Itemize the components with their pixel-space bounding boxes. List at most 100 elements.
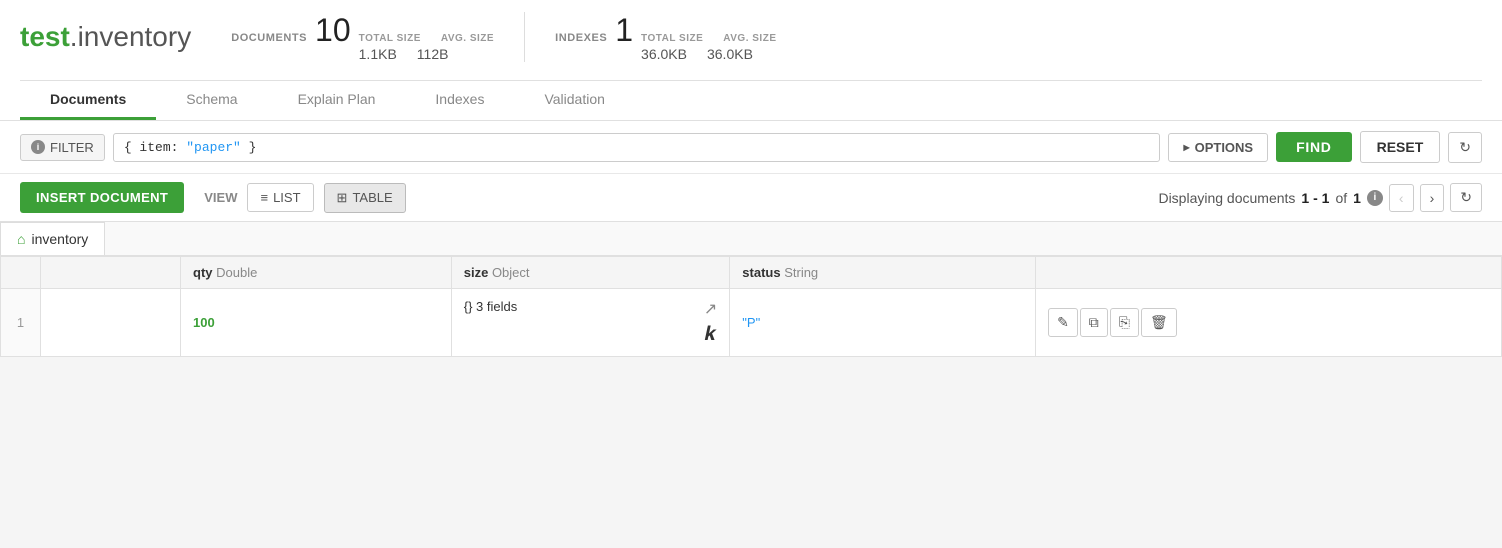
- insert-document-button[interactable]: INSERT DOCUMENT: [20, 182, 184, 213]
- row-actions-cell: ✎ ⧉ ⎘ 🗑: [1036, 289, 1502, 357]
- idx-total-size-value: 36.0KB: [641, 46, 687, 62]
- filter-label: FILTER: [50, 140, 94, 155]
- status-field-name: status: [742, 265, 780, 280]
- table-header: qty Double size Object status String: [1, 257, 1502, 289]
- reset-button[interactable]: RESET: [1360, 131, 1441, 163]
- indexes-stat: INDEXES 1 TOTAL SIZE AVG. SIZE 36.0KB 36…: [555, 12, 776, 62]
- title-test: test: [20, 21, 70, 52]
- header-top: test.inventory DOCUMENTS 10 TOTAL SIZE A…: [20, 12, 1482, 72]
- home-icon: ⌂: [17, 231, 25, 247]
- filter-input[interactable]: { item: "paper" }: [113, 133, 1161, 162]
- collection-title: test.inventory: [20, 21, 191, 53]
- list-view-button[interactable]: ≡ LIST: [247, 183, 313, 212]
- tabs: Documents Schema Explain Plan Indexes Va…: [20, 80, 1482, 120]
- refresh-icon: ↻: [1459, 139, 1471, 155]
- table-body: 1 100 {} 3 fields ↗ 𝒌 "P" ✎: [1, 289, 1502, 357]
- header: test.inventory DOCUMENTS 10 TOTAL SIZE A…: [0, 0, 1502, 121]
- size-field-name: size: [464, 265, 489, 280]
- expand-icon[interactable]: ↗: [704, 299, 717, 319]
- documents-count: 10: [315, 12, 351, 49]
- documents-label: DOCUMENTS: [231, 32, 307, 44]
- cursor-icon: 𝒌: [705, 323, 717, 346]
- docs-avg-size-label: AVG. SIZE: [441, 33, 494, 44]
- tab-validation[interactable]: Validation: [514, 81, 634, 120]
- pagination-of: of: [1335, 190, 1347, 206]
- filter-brace-close: }: [241, 140, 257, 155]
- list-label: LIST: [273, 190, 300, 205]
- th-size: size Object: [451, 257, 730, 289]
- docs-total-size-value: 1.1KB: [359, 46, 397, 62]
- th-status: status String: [730, 257, 1036, 289]
- row-size-cell: {} 3 fields ↗ 𝒌: [451, 289, 730, 357]
- table-row: 1 100 {} 3 fields ↗ 𝒌 "P" ✎: [1, 289, 1502, 357]
- title-name: inventory: [78, 21, 192, 52]
- row-status-cell: "P": [730, 289, 1036, 357]
- pagination-info: Displaying documents 1 - 1 of 1 i ‹ › ↻: [1158, 183, 1482, 212]
- view-label: VIEW: [204, 190, 237, 205]
- size-field-type: Object: [492, 265, 530, 280]
- tab-indexes[interactable]: Indexes: [405, 81, 514, 120]
- idx-avg-size-value: 36.0KB: [707, 46, 753, 62]
- find-button[interactable]: FIND: [1276, 132, 1351, 162]
- qty-value: 100: [193, 315, 215, 330]
- pagination-range: 1 - 1: [1301, 190, 1329, 206]
- prev-page-button[interactable]: ‹: [1389, 184, 1414, 212]
- edit-document-button[interactable]: ✎: [1048, 308, 1078, 337]
- clone-document-button[interactable]: ⧉: [1080, 308, 1108, 337]
- qty-field-name: qty: [193, 265, 213, 280]
- size-value: {} 3 fields: [464, 299, 518, 314]
- idx-avg-size-label: AVG. SIZE: [723, 33, 776, 44]
- qty-field-type: Double: [216, 265, 257, 280]
- header-row: qty Double size Object status String: [1, 257, 1502, 289]
- documents-stat: DOCUMENTS 10 TOTAL SIZE AVG. SIZE 1.1KB …: [231, 12, 494, 62]
- reload-button[interactable]: ↻: [1450, 183, 1482, 212]
- th-id: [41, 257, 181, 289]
- toolbar-refresh-button[interactable]: ↻: [1448, 132, 1482, 163]
- pagination-total: 1: [1353, 190, 1361, 206]
- status-value: "P": [742, 315, 760, 330]
- delete-document-button[interactable]: 🗑: [1141, 308, 1177, 337]
- tab-documents[interactable]: Documents: [20, 81, 156, 120]
- filter-brace-open: { item:: [124, 140, 186, 155]
- title-dot: .: [70, 21, 78, 52]
- filter-value: "paper": [186, 140, 241, 155]
- tab-schema[interactable]: Schema: [156, 81, 267, 120]
- options-triangle-icon: ▶: [1183, 143, 1189, 152]
- row-id-cell: [41, 289, 181, 357]
- collection-tab-label: inventory: [31, 231, 88, 247]
- filter-info-icon: i: [31, 140, 45, 154]
- next-page-button[interactable]: ›: [1420, 184, 1445, 212]
- actions-bar: INSERT DOCUMENT VIEW ≡ LIST ⊞ TABLE Disp…: [0, 174, 1502, 222]
- idx-total-size-label: TOTAL SIZE: [641, 33, 703, 44]
- options-button[interactable]: ▶ OPTIONS: [1168, 133, 1268, 162]
- docs-avg-size-value: 112B: [417, 46, 449, 62]
- row-actions: ✎ ⧉ ⎘ 🗑: [1048, 308, 1489, 337]
- collection-tab-bar: ⌂ inventory: [0, 222, 1502, 256]
- collection-tab-item[interactable]: ⌂ inventory: [0, 222, 105, 255]
- data-table: qty Double size Object status String 1: [0, 256, 1502, 357]
- stats-group: DOCUMENTS 10 TOTAL SIZE AVG. SIZE 1.1KB …: [231, 12, 776, 62]
- list-icon: ≡: [260, 190, 268, 205]
- th-qty: qty Double: [181, 257, 452, 289]
- pagination-prefix: Displaying documents: [1158, 190, 1295, 206]
- copy-document-button[interactable]: ⎘: [1110, 308, 1139, 337]
- documents-sub: TOTAL SIZE AVG. SIZE 1.1KB 112B: [359, 33, 494, 62]
- stat-divider: [524, 12, 525, 62]
- indexes-sub: TOTAL SIZE AVG. SIZE 36.0KB 36.0KB: [641, 33, 776, 62]
- table-view-button[interactable]: ⊞ TABLE: [324, 183, 406, 213]
- docs-total-size-label: TOTAL SIZE: [359, 33, 421, 44]
- table-label: TABLE: [352, 190, 392, 205]
- table-icon: ⊞: [337, 190, 348, 206]
- toolbar: i FILTER { item: "paper" } ▶ OPTIONS FIN…: [0, 121, 1502, 174]
- indexes-label: INDEXES: [555, 32, 607, 44]
- th-actions: [1036, 257, 1502, 289]
- th-row-num: [1, 257, 41, 289]
- tab-explain-plan[interactable]: Explain Plan: [268, 81, 406, 120]
- status-field-type: String: [784, 265, 818, 280]
- row-number: 1: [1, 289, 41, 357]
- row-qty-cell: 100: [181, 289, 452, 357]
- indexes-count: 1: [615, 12, 633, 49]
- filter-button[interactable]: i FILTER: [20, 134, 105, 161]
- pagination-info-icon[interactable]: i: [1367, 190, 1383, 206]
- options-label: OPTIONS: [1195, 140, 1254, 155]
